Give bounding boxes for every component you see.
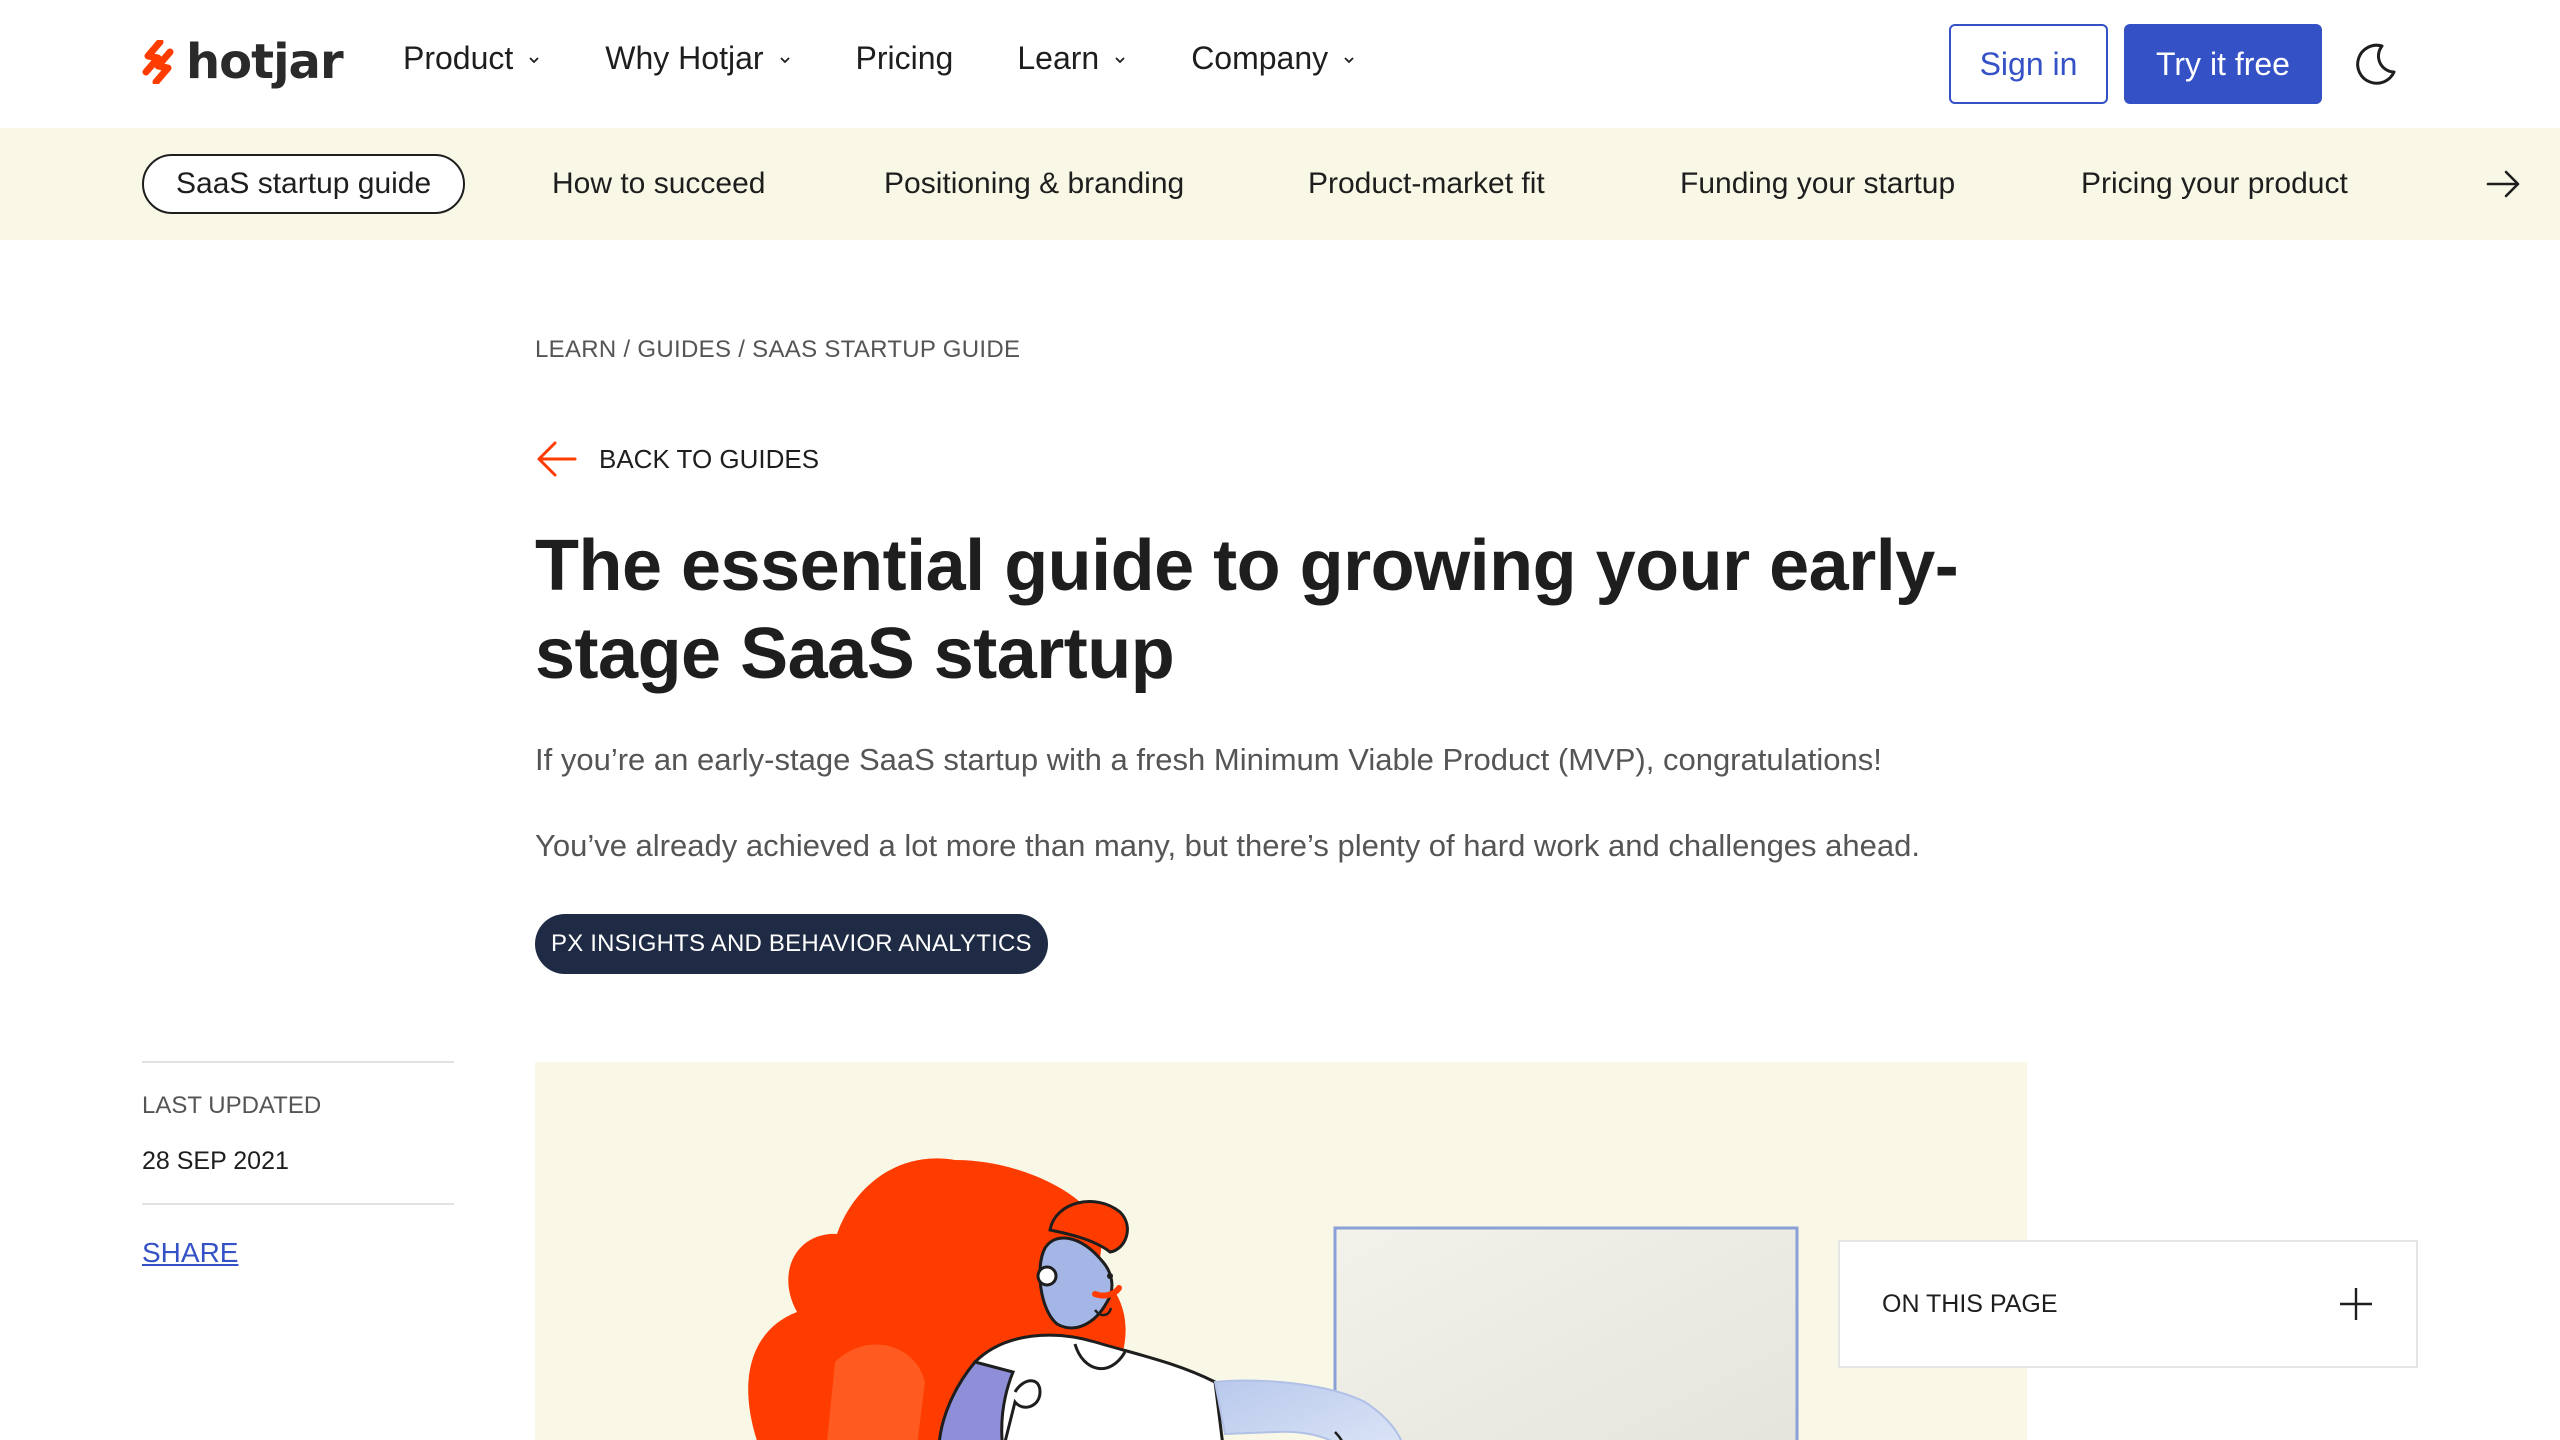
nav-pricing-label: Pricing: [855, 40, 954, 76]
arrow-right-icon[interactable]: [2484, 164, 2524, 204]
subnav-positioning-branding[interactable]: Positioning & branding: [884, 128, 1184, 240]
chevron-down-icon: [1115, 56, 1125, 63]
nav-company[interactable]: Company: [1191, 40, 1356, 77]
last-updated-label: LAST UPDATED: [142, 1092, 322, 1119]
plus-icon: [2340, 1288, 2372, 1320]
main-nav: Product Why Hotjar Pricing Learn Company: [403, 40, 1420, 77]
try-it-free-button[interactable]: Try it free: [2124, 24, 2322, 104]
back-to-guides-link[interactable]: BACK TO GUIDES: [535, 440, 819, 478]
hero-artwork: [748, 1158, 1799, 1440]
nav-learn-label: Learn: [1017, 40, 1100, 76]
on-this-page-label: ON THIS PAGE: [1882, 1289, 2058, 1318]
page-title: The essential guide to growing your earl…: [535, 522, 1975, 698]
nav-why-hotjar-label: Why Hotjar: [605, 40, 764, 76]
chevron-down-icon: [529, 56, 539, 63]
back-to-guides-label: BACK TO GUIDES: [599, 443, 820, 474]
page-title-line-1: The essential guide to growing your earl…: [535, 526, 1959, 606]
subnav-funding-your-startup[interactable]: Funding your startup: [1680, 128, 1955, 240]
nav-product-label: Product: [403, 40, 514, 76]
last-updated-date: 28 SEP 2021: [142, 1147, 289, 1175]
hero-illustration: [535, 1062, 2027, 1440]
nav-product[interactable]: Product: [403, 40, 541, 77]
hotjar-logo-icon: [142, 40, 174, 84]
logo-wordmark: hotjar: [186, 34, 344, 90]
sidebar-divider: [142, 1203, 454, 1205]
nav-why-hotjar[interactable]: Why Hotjar: [605, 40, 791, 77]
share-link[interactable]: SHARE: [142, 1237, 238, 1269]
nav-company-label: Company: [1191, 40, 1329, 76]
chevron-down-icon: [1344, 56, 1354, 63]
nav-learn[interactable]: Learn: [1017, 40, 1127, 77]
subnav-pricing-your-product[interactable]: Pricing your product: [2081, 128, 2348, 240]
arrow-left-icon: [537, 441, 577, 477]
page-title-line-2: stage SaaS startup: [535, 614, 1175, 694]
hotjar-logo[interactable]: hotjar: [140, 34, 344, 90]
moon-icon[interactable]: [2352, 40, 2400, 88]
site-header: hotjar Product Why Hotjar Pricing Learn …: [0, 0, 2560, 128]
intro-paragraph-1: If you’re an early-stage SaaS startup wi…: [535, 742, 1882, 777]
nav-pricing[interactable]: Pricing: [856, 40, 954, 77]
sidebar-divider: [142, 1061, 454, 1063]
subnav-how-to-succeed[interactable]: How to succeed: [552, 128, 765, 240]
breadcrumb[interactable]: LEARN / GUIDES / SAAS STARTUP GUIDE: [535, 336, 1020, 364]
subnav-saas-startup-guide[interactable]: SaaS startup guide: [142, 154, 466, 214]
intro-paragraph-2: You’ve already achieved a lot more than …: [535, 828, 1920, 863]
guide-subnav: SaaS startup guide How to succeed Positi…: [0, 128, 2560, 240]
on-this-page-toggle[interactable]: ON THIS PAGE: [1838, 1240, 2418, 1368]
subnav-product-market-fit[interactable]: Product-market fit: [1308, 128, 1545, 240]
category-tag[interactable]: PX INSIGHTS AND BEHAVIOR ANALYTICS: [535, 914, 1048, 974]
chevron-down-icon: [779, 56, 790, 63]
sign-in-button[interactable]: Sign in: [1949, 24, 2108, 104]
